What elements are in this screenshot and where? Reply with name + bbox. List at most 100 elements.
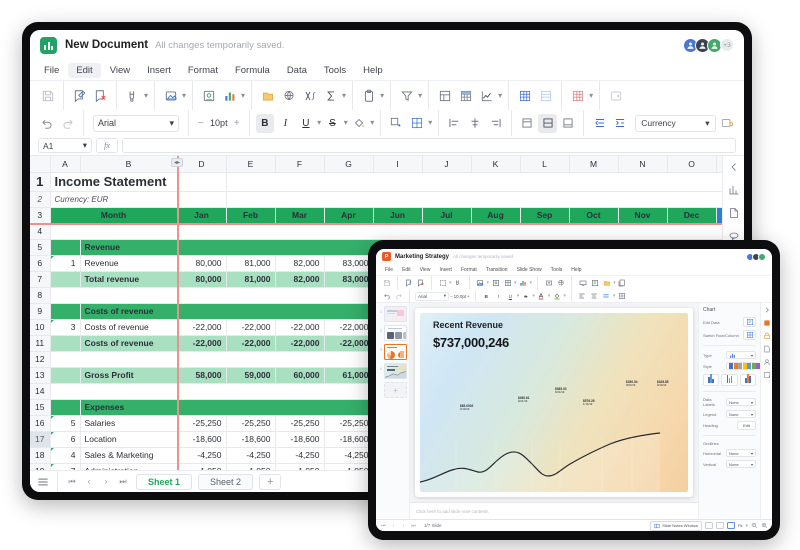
slide-title-text[interactable]: Recent Revenue — [433, 320, 503, 330]
chevron-down-icon[interactable]: ▾ — [317, 119, 321, 127]
zoom-fit-label[interactable]: Fit — [738, 523, 742, 528]
cell-value[interactable]: 81,000 — [226, 271, 276, 288]
document-title[interactable]: New Document — [65, 39, 148, 51]
cell[interactable] — [50, 223, 722, 240]
pp-font-family-select[interactable]: Arial ▾ — [415, 291, 449, 301]
chart-style-preset[interactable] — [721, 374, 738, 386]
month-header-aug[interactable]: Aug — [471, 207, 521, 224]
find-replace-icon[interactable] — [453, 278, 464, 289]
slide-thumbnail-selected[interactable] — [384, 344, 407, 360]
pp-strikethrough-button[interactable]: S — [520, 291, 531, 302]
delete-comment-icon[interactable] — [91, 86, 110, 105]
cell-value[interactable]: -22,000 — [324, 319, 374, 336]
pp-nav-first-button[interactable]: ⏮ — [380, 523, 387, 529]
cell-value[interactable]: -22,000 — [324, 335, 374, 352]
pivot-table-icon[interactable] — [515, 86, 534, 105]
cell[interactable] — [50, 239, 81, 256]
column-header-O[interactable]: O — [667, 156, 717, 173]
list-item[interactable]: 1 — [378, 306, 407, 322]
cell-value[interactable]: -18,600 — [226, 431, 276, 448]
vertical-gridlines-select[interactable]: None ▾ — [726, 460, 756, 468]
corner-cell[interactable] — [30, 156, 51, 173]
list-item[interactable]: 3 — [378, 344, 407, 360]
align-right-icon[interactable] — [486, 114, 505, 133]
chevron-down-icon[interactable]: ▾ — [532, 293, 535, 299]
cell-value[interactable]: -22,000 — [226, 319, 276, 336]
align-center-icon[interactable] — [466, 114, 485, 133]
cell[interactable] — [50, 303, 81, 320]
cell-value[interactable]: -18,600 — [275, 431, 325, 448]
pp-nav-prev-button[interactable]: ‹ — [390, 523, 397, 529]
cell-value[interactable]: 82,000 — [275, 271, 325, 288]
column-header-D[interactable]: D — [177, 156, 227, 173]
redo-icon[interactable] — [393, 291, 404, 302]
name-box[interactable]: A1 ▾ — [38, 138, 92, 153]
sheet-title-cell[interactable]: Income Statement — [50, 172, 227, 192]
chevron-down-icon[interactable]: ▾ — [563, 293, 566, 299]
picture-frame-icon[interactable] — [199, 86, 218, 105]
chart-style-preset[interactable] — [739, 374, 756, 386]
row-header[interactable]: 14 — [30, 383, 51, 400]
row-header[interactable]: 15 — [30, 399, 51, 416]
row-header[interactable]: 18 — [30, 447, 51, 464]
chevron-down-icon[interactable]: ▾ — [745, 523, 748, 529]
cell-value[interactable]: -25,250 — [177, 415, 227, 432]
pp-layout-grid-icon[interactable] — [616, 291, 627, 302]
slide-thumbnail[interactable] — [384, 325, 407, 341]
align-bottom-icon[interactable] — [559, 114, 578, 133]
slide-thumbnail-panel[interactable]: 1 2 3 4 + — [376, 303, 410, 519]
pp-align-center-icon[interactable] — [589, 291, 600, 302]
indent-decrease-icon[interactable] — [590, 114, 609, 133]
pp-menu-format[interactable]: Format — [457, 266, 481, 274]
list-item[interactable]: 4 — [378, 363, 407, 379]
cell[interactable] — [50, 399, 81, 416]
chevron-down-icon[interactable]: ▾ — [182, 91, 186, 100]
row-header[interactable]: 10 — [30, 319, 51, 336]
menu-help[interactable]: Help — [355, 63, 391, 78]
month-header-jan[interactable]: Jan — [177, 207, 227, 224]
menu-view[interactable]: View — [102, 63, 138, 78]
column-header-I[interactable]: I — [373, 156, 423, 173]
row-label-total-revenue[interactable]: Total revenue — [80, 271, 178, 288]
autosum-icon[interactable] — [321, 86, 340, 105]
menu-edit[interactable]: Edit — [68, 62, 101, 78]
cell-value[interactable]: -25,250 — [226, 415, 276, 432]
cell[interactable] — [50, 367, 81, 384]
month-header-mar[interactable]: Mar — [275, 207, 325, 224]
switch-row-column-icon[interactable] — [743, 330, 756, 340]
function-icon[interactable] — [300, 86, 319, 105]
chart-icon[interactable] — [220, 86, 239, 105]
chevron-down-icon[interactable]: ▾ — [487, 280, 490, 286]
font-color-icon[interactable] — [536, 291, 547, 302]
horizontal-gridlines-select[interactable]: None ▾ — [726, 449, 756, 457]
current-slide[interactable]: Recent Revenue $737,000,246 $65.0902 9/1… — [415, 308, 693, 497]
cell-value[interactable]: -1,050 — [226, 463, 276, 470]
currency-note-cell[interactable]: Currency: EUR — [50, 191, 227, 208]
chevron-down-icon[interactable]: ▾ — [498, 91, 502, 100]
column-header-P[interactable]: P — [716, 156, 722, 173]
chart-style-preset[interactable] — [703, 374, 720, 386]
collapse-chevron-icon[interactable] — [726, 159, 742, 175]
month-header-jun[interactable]: Jun — [373, 207, 423, 224]
sheet-tab-2[interactable]: Sheet 2 — [198, 473, 254, 490]
slide-big-number[interactable]: $737,000,246 — [433, 335, 509, 350]
cell-value[interactable]: -4,250 — [177, 447, 227, 464]
revenue-area-chart[interactable] — [420, 430, 660, 492]
cell-value[interactable]: -22,000 — [177, 335, 227, 352]
chevron-down-icon[interactable]: ▾ — [370, 119, 374, 127]
row-index-cell[interactable]: 3 — [50, 319, 81, 336]
undo-icon[interactable] — [38, 114, 57, 133]
pp-menu-edit[interactable]: Edit — [398, 266, 415, 274]
row-header[interactable]: 7 — [30, 271, 51, 288]
align-left-icon[interactable] — [445, 114, 464, 133]
row-index-cell[interactable]: 4 — [50, 447, 81, 464]
cell-value[interactable]: -25,250 — [275, 415, 325, 432]
nav-first-sheet-button[interactable]: ⏮ — [65, 475, 79, 489]
banded-rows-icon[interactable] — [536, 86, 555, 105]
edit-comment-icon[interactable] — [403, 278, 414, 289]
row-header[interactable]: 5 — [30, 239, 51, 256]
cell-value[interactable]: 80,000 — [177, 271, 227, 288]
chevron-down-icon[interactable]: ▾ — [241, 91, 245, 100]
cell-value[interactable]: 81,000 — [226, 255, 276, 272]
chevron-down-icon[interactable]: ▾ — [589, 91, 593, 100]
